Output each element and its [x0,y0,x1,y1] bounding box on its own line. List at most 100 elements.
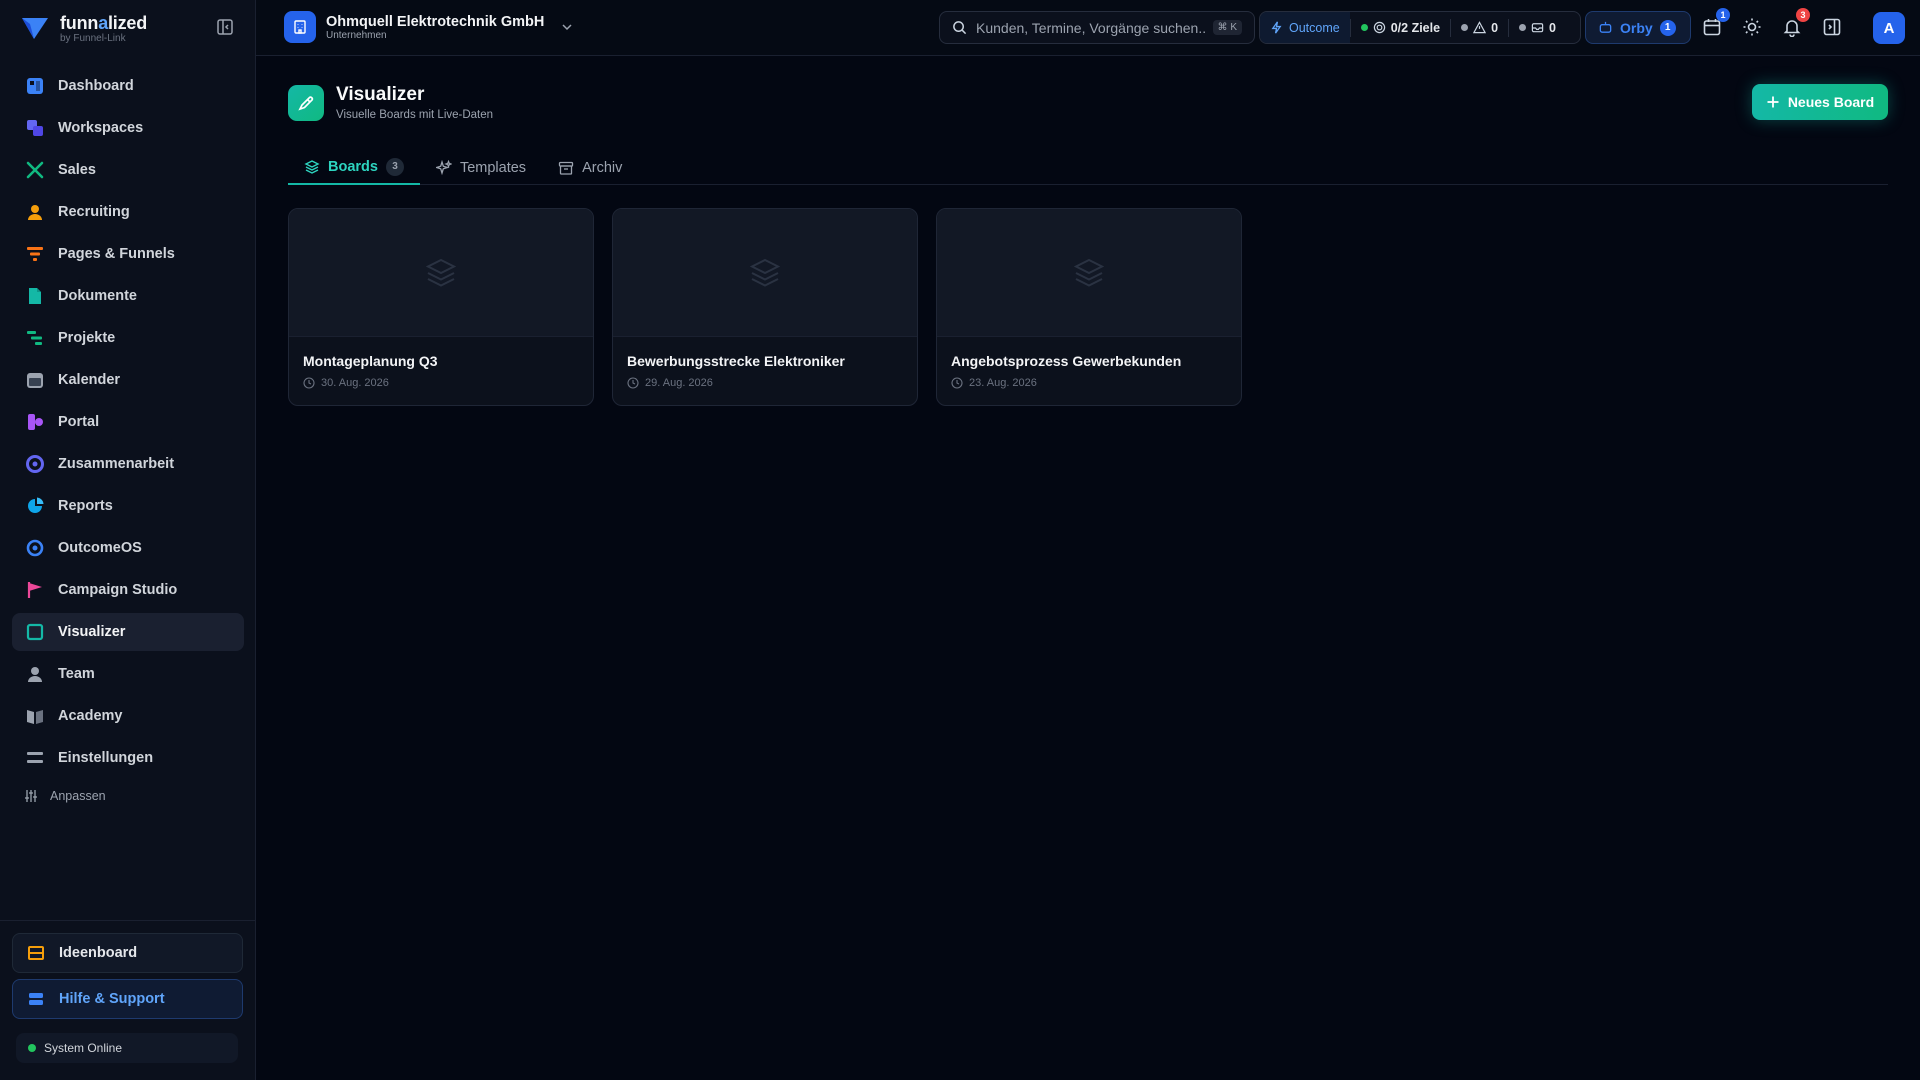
sidebar-item-dashboard[interactable]: Dashboard [12,67,244,105]
sidebar-item-label: Projekte [58,330,116,346]
tab-archive-label: Archiv [582,159,623,176]
board-date: 23. Aug. 2026 [969,377,1037,389]
sidebar-item-academy[interactable]: Academy [12,697,244,735]
funnel-icon [26,245,44,263]
new-board-button[interactable]: Neues Board [1752,84,1888,120]
tab-templates[interactable]: Templates [420,150,542,185]
sparkles-icon [435,159,452,175]
board-card[interactable]: Bewerbungsstrecke Elektroniker 29. Aug. … [612,208,918,406]
orby-count-badge: 1 [1659,19,1676,36]
sliders-icon [25,790,37,802]
sidebar-item-sales[interactable]: Sales [12,151,244,189]
calendar-button[interactable]: 1 [1702,8,1730,37]
warnings-value: 0 [1491,20,1499,35]
company-type: Unternehmen [326,29,387,41]
board-updated: 23. Aug. 2026 [951,377,1227,389]
lightning-icon [1271,21,1282,34]
bot-icon [1599,21,1612,33]
sidebar-item-campaign-studio[interactable]: Campaign Studio [12,571,244,609]
search-icon [953,21,967,35]
sidebar-item-team[interactable]: Team [12,655,244,693]
settings-icon [26,749,44,767]
sidebar-item-projekte[interactable]: Projekte [12,319,244,357]
sidebar-collapse-icon[interactable] [216,18,234,36]
board-thumbnail [613,209,917,337]
calendar-icon [26,371,44,389]
clock-icon [303,377,315,389]
board-card[interactable]: Montageplanung Q3 30. Aug. 2026 [288,208,594,406]
flag-icon [26,581,44,599]
sidebar-item-workspaces[interactable]: Workspaces [12,109,244,147]
messages-indicator[interactable]: 0 [1508,18,1566,37]
sidebar-item-recruiting[interactable]: Recruiting [12,193,244,231]
tab-boards[interactable]: Boards 3 [288,150,420,185]
search-input[interactable] [976,19,1206,36]
archive-icon [558,161,574,175]
sidebar-item-kalender[interactable]: Kalender [12,361,244,399]
reports-icon [26,497,44,515]
sidebar-item-visualizer[interactable]: Visualizer [12,613,244,651]
board-title: Bewerbungsstrecke Elektroniker [627,353,845,369]
outcome-button[interactable]: Outcome [1260,12,1350,43]
chevron-down-icon [562,24,572,31]
layers-placeholder-icon [425,258,457,287]
notifications-button[interactable]: 3 [1782,8,1810,37]
theme-toggle-button[interactable] [1742,17,1762,37]
warning-icon [1473,21,1487,34]
board-updated: 30. Aug. 2026 [303,377,579,389]
sidebar-item-label: Academy [58,708,123,724]
help-support-button[interactable]: Hilfe & Support [12,979,243,1019]
outcome-icon [26,539,44,557]
sidebar-item-label: Kalender [58,372,121,388]
target-icon [1373,21,1385,34]
goals-indicator[interactable]: 0/2 Ziele [1349,18,1450,37]
system-status: System Online [16,1033,238,1063]
user-avatar[interactable]: A [1873,12,1905,44]
projects-icon [26,329,44,347]
sidebar-nav: Dashboard Workspaces Sales Recruiting Pages … [12,67,244,781]
sidebar-item-dokumente[interactable]: Dokumente [12,277,244,315]
orby-assistant-button[interactable]: Orby 1 [1585,11,1691,44]
customize-nav-button[interactable]: Anpassen [24,789,106,803]
visualizer-icon [26,623,44,641]
sidebar-item-reports[interactable]: Reports [12,487,244,525]
lightbulb-board-icon [28,946,44,960]
tab-templates-label: Templates [459,159,527,176]
messages-value: 0 [1549,20,1556,35]
tab-boards-count: 3 [385,157,404,176]
sidebar-item-einstellungen[interactable]: Einstellungen [12,739,244,777]
sidebar-item-outcomeos[interactable]: OutcomeOS [12,529,244,567]
sidebar-item-label: OutcomeOS [58,540,142,556]
outcome-label: Outcome [1289,20,1340,35]
brand-subtitle: by Funnel-Link [60,32,126,44]
board-title: Montageplanung Q3 [303,353,438,369]
sidebar-item-label: Dokumente [58,288,137,304]
new-board-label: Neues Board [1787,94,1875,110]
sidebar-item-label: Team [58,666,95,682]
tab-archive[interactable]: Archiv [542,150,638,185]
global-search[interactable]: ⌘ K [939,11,1255,44]
board-title: Angebotsprozess Gewerbekunden [951,353,1182,369]
sidebar-item-portal[interactable]: Portal [12,403,244,441]
recruiting-icon [26,203,44,221]
sidebar-item-label: Portal [58,414,100,430]
ideenboard-button[interactable]: Ideenboard [12,933,243,973]
company-switcher[interactable]: Ohmquell Elektrotechnik GmbH Unternehmen [284,11,574,43]
portal-icon [26,413,44,431]
help-icon [29,993,43,1005]
sidebar-item-pages-funnels[interactable]: Pages & Funnels [12,235,244,273]
board-updated: 29. Aug. 2026 [627,377,903,389]
page-subtitle: Visuelle Boards mit Live-Daten [336,109,494,121]
goals-value: 0/2 Ziele [1390,20,1441,35]
sales-icon [26,161,44,179]
search-shortcut: ⌘ K [1212,20,1242,35]
sidebar-item-zusammenarbeit[interactable]: Zusammenarbeit [12,445,244,483]
sidebar-item-label: Campaign Studio [58,582,178,598]
panel-toggle-button[interactable] [1822,17,1842,37]
brand[interactable]: funnalized by Funnel-Link [20,10,147,46]
outcome-status-group: Outcome 0/2 Ziele 0 0 [1259,11,1581,44]
board-card[interactable]: Angebotsprozess Gewerbekunden 23. Aug. 2… [936,208,1242,406]
building-icon [284,11,316,43]
layers-icon [304,159,320,174]
warnings-indicator[interactable]: 0 [1450,18,1508,37]
